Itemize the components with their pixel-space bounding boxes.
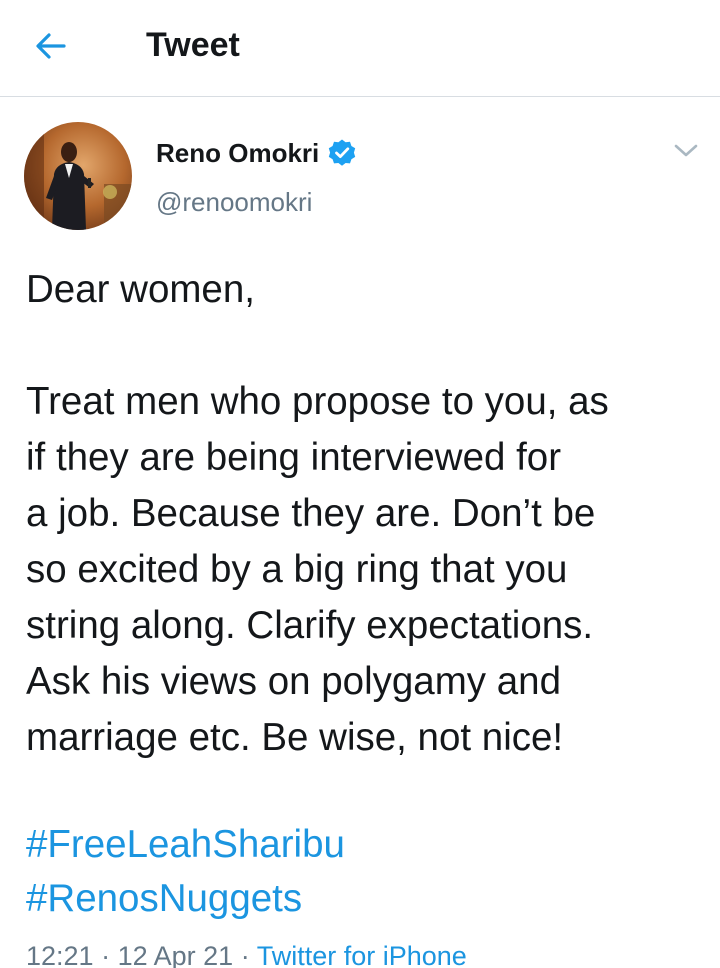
tweet-source-link[interactable]: Twitter for iPhone: [257, 941, 467, 968]
page-title: Tweet: [146, 26, 240, 64]
tweet-metadata: 12:21 · 12 Apr 21 · Twitter for iPhone: [26, 938, 467, 968]
tweet-line: if they are being interviewed for: [26, 436, 562, 479]
profile-photo: [24, 122, 132, 230]
tweet-date: 12 Apr 21: [117, 941, 234, 968]
tweet-line: string along. Clarify expectations.: [26, 604, 594, 647]
author-avatar[interactable]: [24, 122, 132, 230]
tweet-time: 12:21: [26, 941, 94, 968]
tweet-body: Dear women, Treat men who propose to you…: [26, 262, 706, 766]
meta-separator: ·: [101, 941, 111, 968]
hashtag-link[interactable]: #RenosNuggets: [26, 872, 345, 926]
hashtag-list: #FreeLeahSharibu #RenosNuggets: [26, 818, 345, 926]
tweet-line: so excited by a big ring that you: [26, 548, 568, 591]
arrow-left-icon: [36, 33, 66, 59]
back-button[interactable]: [26, 22, 74, 70]
verified-badge-icon: [327, 138, 357, 168]
tweet-line: marriage etc. Be wise, not nice!: [26, 716, 564, 759]
hashtag-link[interactable]: #FreeLeahSharibu: [26, 818, 345, 872]
tweet-line: Dear women,: [26, 268, 255, 311]
tweet-detail-screen: Tweet Reno Omokri @renoomokri Dear women…: [0, 0, 720, 968]
tweet-line: Ask his views on polygamy and: [26, 660, 561, 703]
top-app-bar: Tweet: [0, 0, 720, 97]
tweet-menu-button[interactable]: [668, 136, 704, 166]
tweet-line: a job. Because they are. Don’t be: [26, 492, 596, 535]
author-name: Reno Omokri: [156, 138, 320, 168]
meta-separator: ·: [240, 941, 250, 968]
chevron-down-icon: [674, 144, 698, 157]
author-name-row[interactable]: Reno Omokri: [156, 134, 357, 172]
author-handle[interactable]: @renoomokri: [156, 184, 312, 220]
tweet-line: Treat men who propose to you, as: [26, 380, 609, 423]
